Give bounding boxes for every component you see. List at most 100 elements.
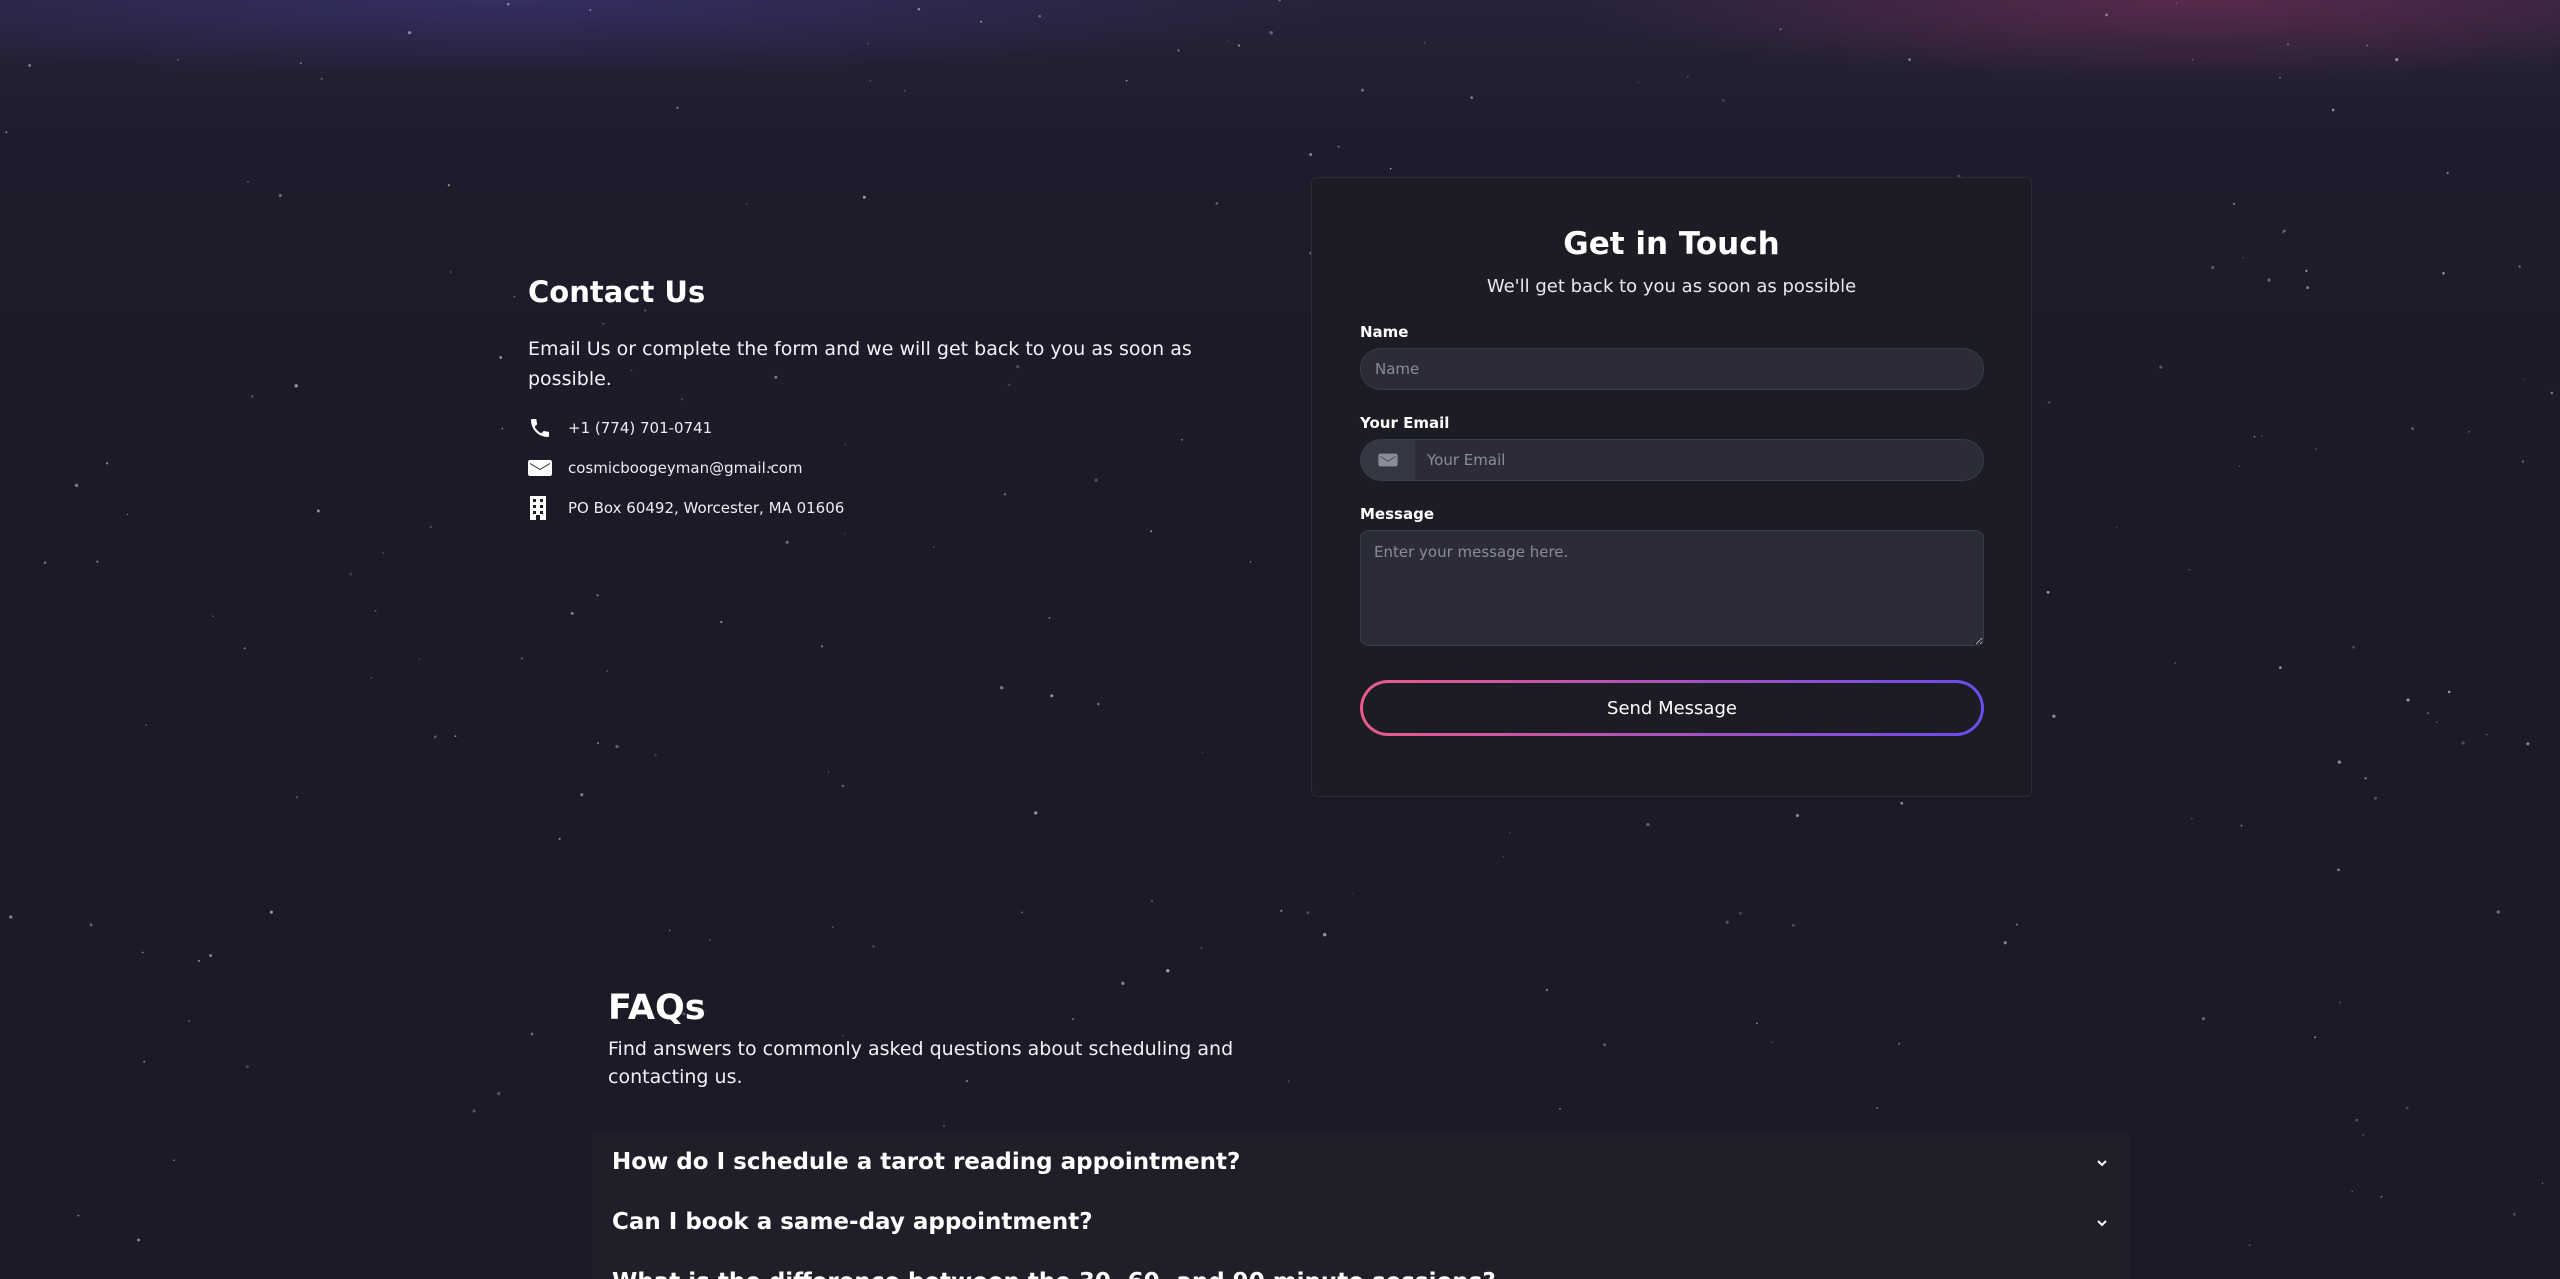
building-icon bbox=[528, 495, 554, 521]
faq-item[interactable]: What is the difference between the 30, 6… bbox=[592, 1252, 2129, 1279]
star bbox=[2405, 1106, 2409, 1110]
star bbox=[2406, 698, 2410, 702]
star bbox=[2518, 265, 2521, 268]
chevron-down-icon[interactable] bbox=[2095, 1215, 2109, 1229]
faq-item[interactable]: How do I schedule a tarot reading appoin… bbox=[592, 1132, 2129, 1192]
star bbox=[1287, 1080, 1290, 1083]
star bbox=[472, 1109, 476, 1113]
contact-address-text: PO Box 60492, Worcester, MA 01606 bbox=[568, 499, 845, 517]
star bbox=[2159, 365, 2163, 369]
starfield-background bbox=[0, 0, 2560, 1279]
star bbox=[827, 771, 830, 773]
star bbox=[785, 540, 789, 544]
star bbox=[499, 356, 503, 359]
star bbox=[1227, 40, 1229, 43]
contact-description: Email Us or complete the form and we wil… bbox=[528, 338, 1192, 390]
star bbox=[1000, 686, 1004, 690]
star bbox=[1306, 911, 1310, 914]
name-input[interactable] bbox=[1360, 348, 1984, 390]
star bbox=[507, 3, 510, 6]
star bbox=[2352, 645, 2355, 649]
faq-header: FAQs Find answers to commonly asked ques… bbox=[608, 985, 1268, 1091]
star bbox=[709, 939, 711, 941]
star bbox=[408, 31, 412, 35]
star bbox=[745, 203, 748, 205]
star bbox=[2283, 229, 2286, 232]
star bbox=[2305, 269, 2308, 272]
star bbox=[1278, 0, 1281, 2]
contact-phone-row: +1 (774) 701-0741 bbox=[528, 408, 1248, 448]
star bbox=[2279, 666, 2282, 669]
star bbox=[173, 1159, 175, 1162]
star bbox=[2201, 1017, 2205, 1021]
email-input[interactable] bbox=[1415, 440, 1983, 480]
star bbox=[2522, 378, 2524, 380]
star bbox=[212, 615, 214, 618]
star bbox=[2242, 257, 2244, 259]
star bbox=[1721, 99, 1725, 102]
star bbox=[2253, 435, 2256, 438]
star bbox=[841, 784, 845, 788]
star bbox=[844, 533, 846, 535]
star bbox=[1559, 1108, 1561, 1110]
star bbox=[2015, 923, 2018, 926]
star bbox=[447, 184, 451, 187]
star bbox=[2105, 13, 2109, 17]
star bbox=[1280, 909, 1283, 912]
star bbox=[2380, 1195, 2383, 1198]
star bbox=[1389, 167, 1392, 170]
star bbox=[676, 106, 679, 109]
star bbox=[1215, 202, 1218, 205]
star bbox=[1048, 616, 1051, 619]
faq-question: What is the difference between the 30, 6… bbox=[612, 1269, 1496, 1279]
star bbox=[1509, 832, 1511, 834]
message-textarea[interactable] bbox=[1360, 530, 1984, 646]
star bbox=[1738, 911, 1742, 915]
star bbox=[1097, 702, 1100, 706]
star bbox=[2366, 44, 2369, 47]
star bbox=[77, 1214, 80, 1217]
star bbox=[932, 546, 935, 549]
star bbox=[2485, 733, 2488, 736]
star bbox=[2521, 460, 2524, 463]
star bbox=[2339, 1001, 2342, 1004]
star bbox=[2512, 1212, 2517, 1216]
star bbox=[1337, 145, 1340, 148]
faq-question: How do I schedule a tarot reading appoin… bbox=[612, 1149, 1241, 1175]
star bbox=[370, 677, 373, 679]
chevron-down-icon[interactable] bbox=[2095, 1275, 2109, 1279]
star bbox=[1687, 75, 1689, 78]
star bbox=[2176, 2, 2178, 5]
star bbox=[2052, 714, 2056, 718]
star bbox=[1779, 28, 1782, 31]
star bbox=[1603, 1043, 1606, 1047]
contact-title: Contact Us bbox=[528, 275, 706, 309]
star bbox=[2047, 401, 2051, 404]
star bbox=[209, 954, 213, 957]
star bbox=[1201, 751, 1204, 753]
chevron-down-icon[interactable] bbox=[2095, 1155, 2109, 1169]
star bbox=[374, 609, 377, 612]
star bbox=[429, 525, 433, 529]
star bbox=[1034, 811, 1038, 815]
star bbox=[867, 42, 870, 45]
envelope-icon bbox=[528, 455, 554, 481]
email-field[interactable] bbox=[1360, 439, 1984, 481]
faq-accordion: How do I schedule a tarot reading appoin… bbox=[592, 1132, 2129, 1279]
contact-phone-text[interactable]: +1 (774) 701-0741 bbox=[568, 419, 712, 437]
star bbox=[2427, 712, 2429, 714]
star bbox=[2351, 1190, 2353, 1192]
star bbox=[299, 62, 302, 65]
star bbox=[1908, 58, 1911, 61]
star bbox=[1470, 96, 1473, 99]
star bbox=[2240, 824, 2243, 827]
send-message-button[interactable]: Send Message bbox=[1360, 680, 1984, 736]
faq-item[interactable]: Can I book a same-day appointment? bbox=[592, 1192, 2129, 1252]
star bbox=[9, 915, 13, 919]
star bbox=[872, 944, 875, 948]
star bbox=[501, 427, 504, 430]
star bbox=[454, 735, 457, 737]
star bbox=[669, 929, 671, 932]
star bbox=[320, 77, 323, 80]
contact-email-text[interactable]: cosmicboogeyman@gmail.com bbox=[568, 459, 803, 477]
